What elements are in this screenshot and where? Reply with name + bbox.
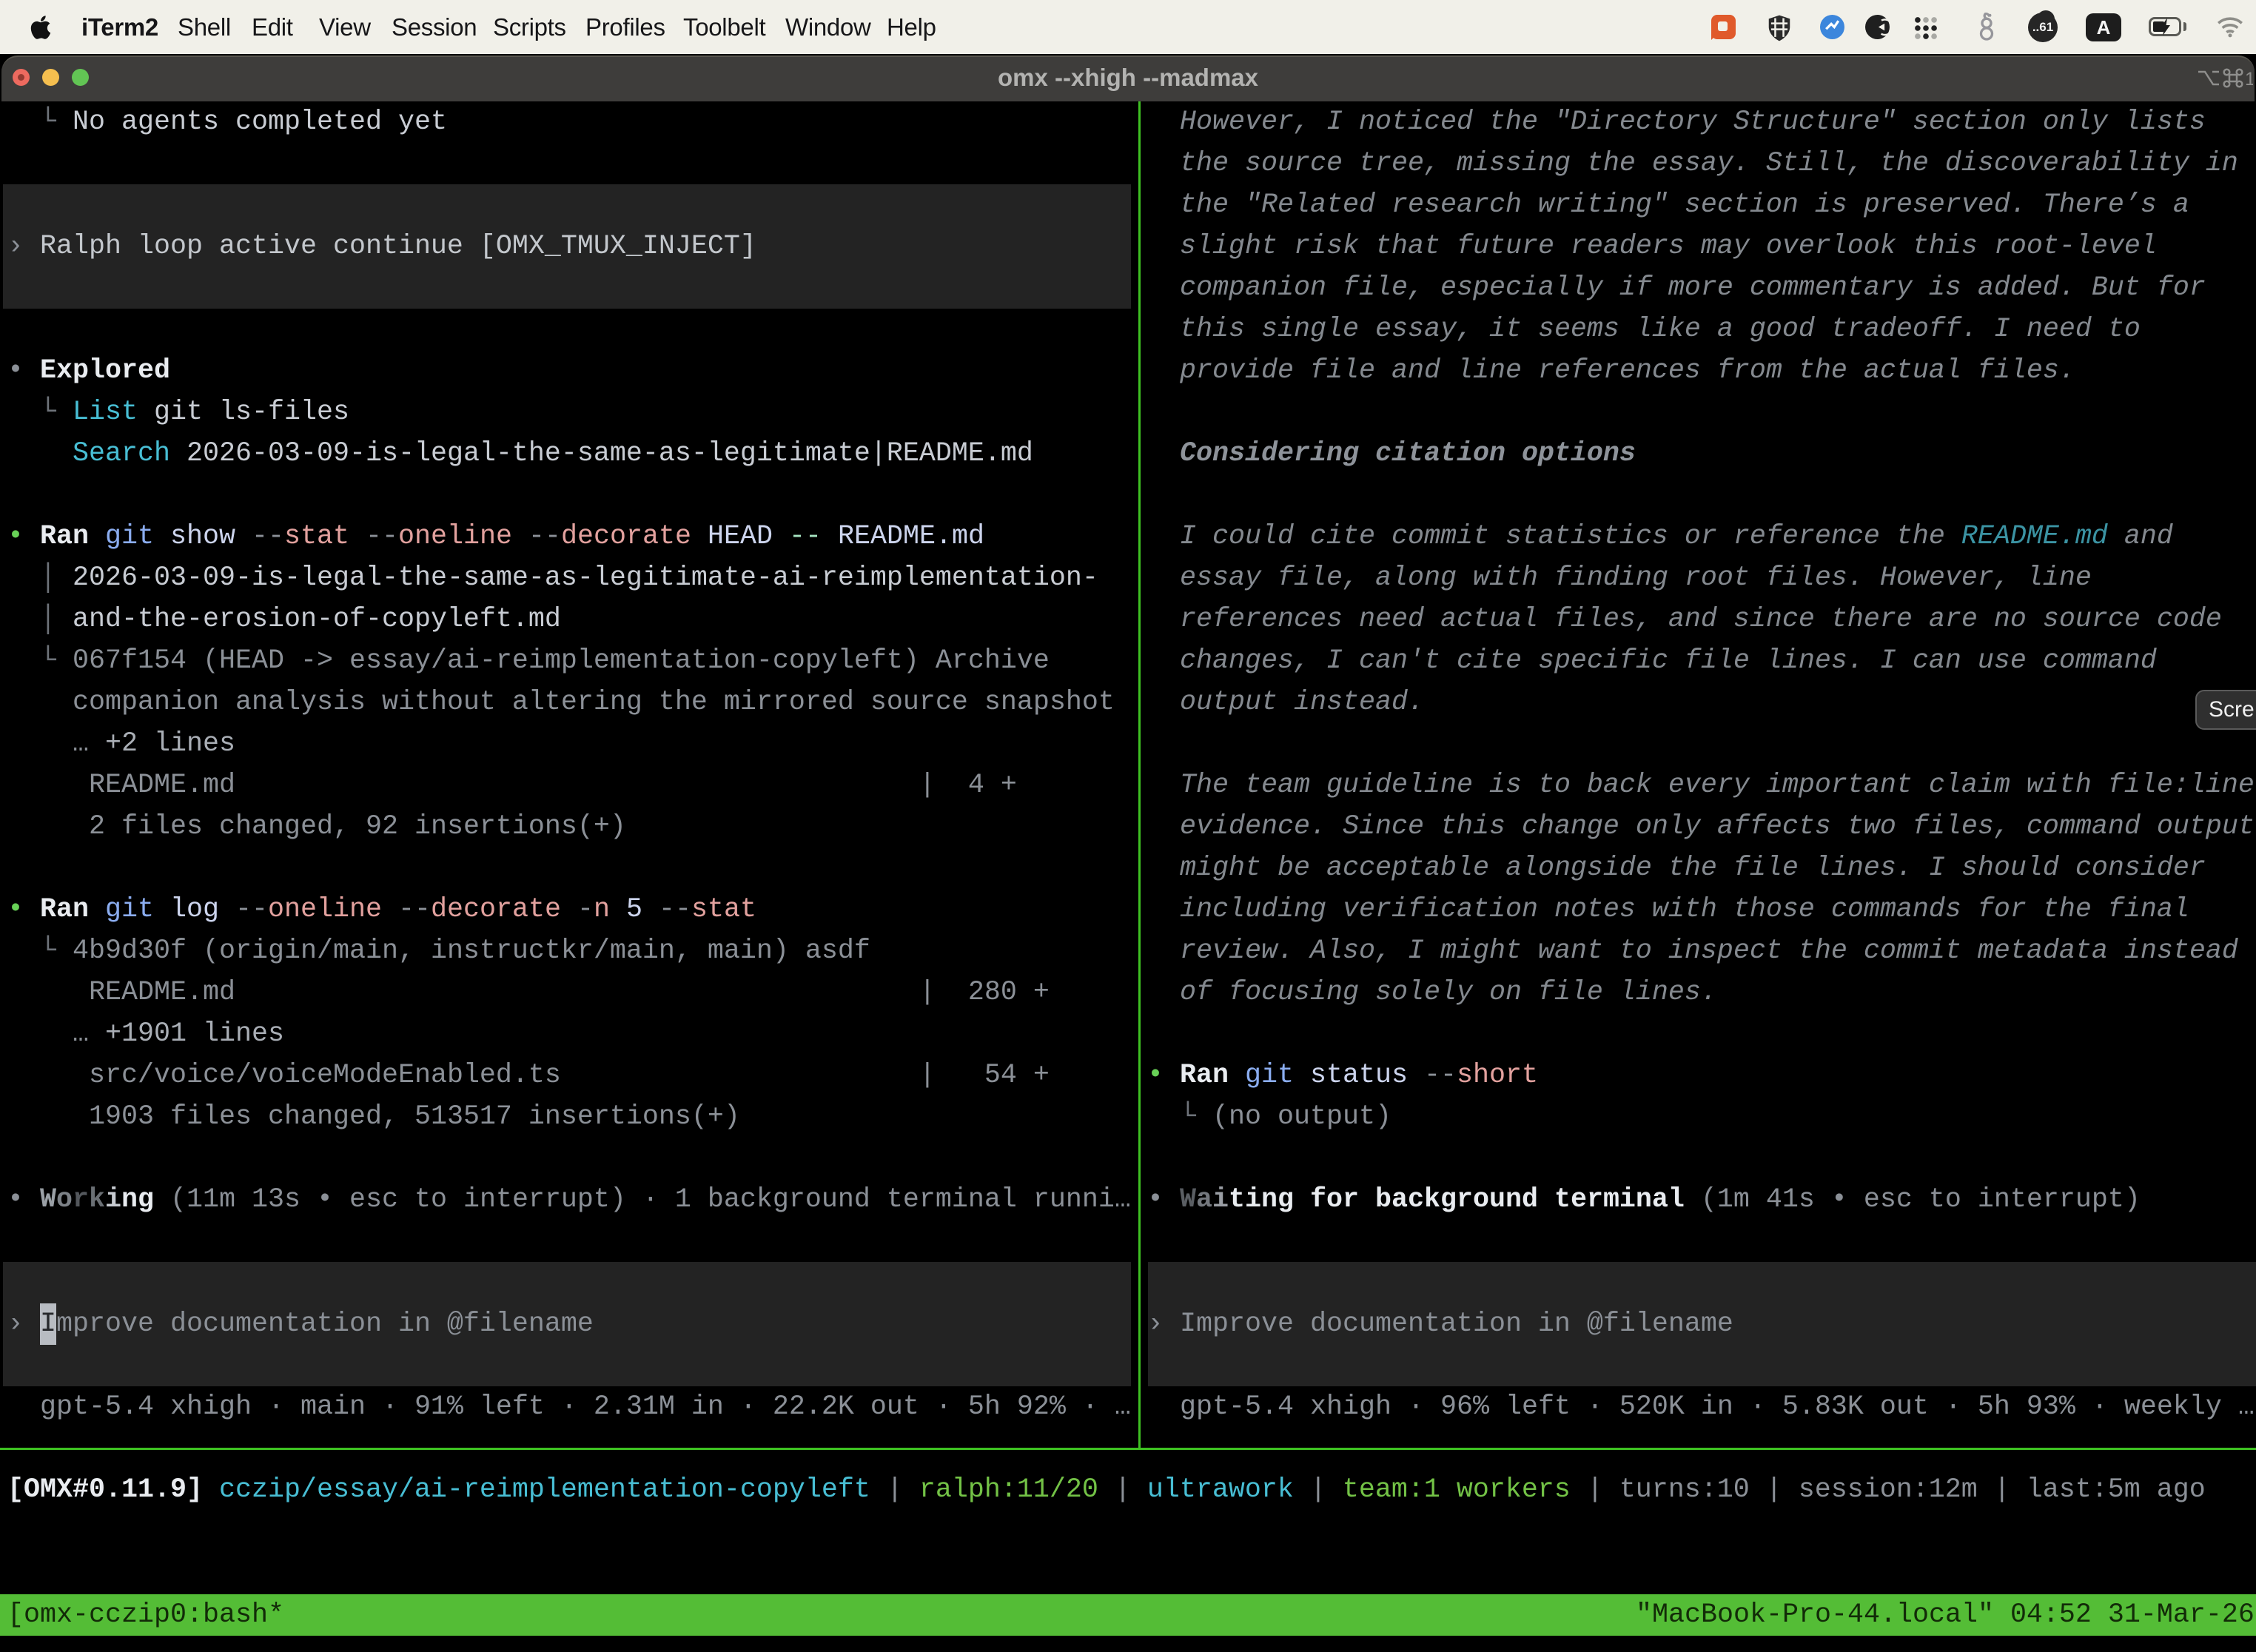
svg-text:1: 1 (2245, 69, 2253, 90)
